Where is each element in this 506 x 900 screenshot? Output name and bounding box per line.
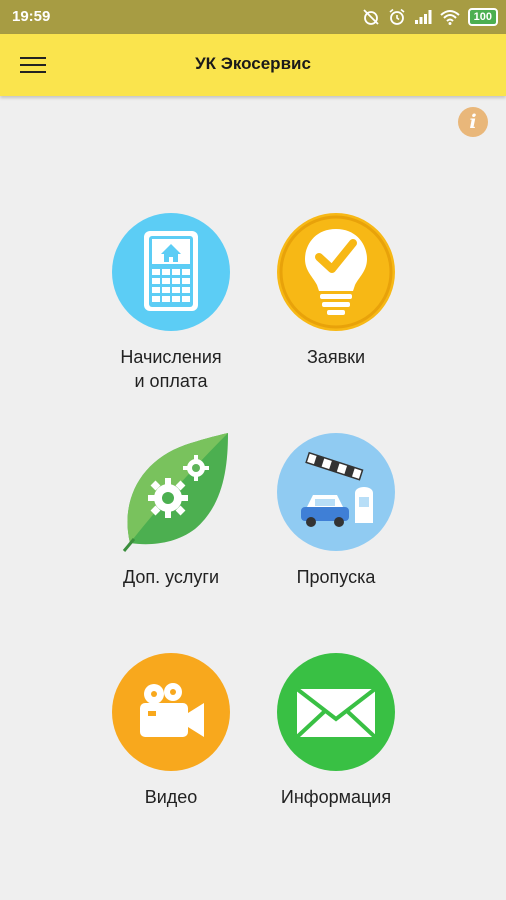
signal-icon	[414, 10, 432, 24]
calculator-house-icon	[110, 211, 232, 333]
tile-label: Заявки	[306, 347, 366, 367]
lightbulb-check-icon	[275, 211, 397, 333]
envelope-icon	[275, 651, 397, 773]
tile-information[interactable]: Информация	[251, 651, 421, 809]
alarm-off-icon	[363, 9, 379, 25]
alarm-icon	[389, 8, 405, 25]
tile-video[interactable]: Видео	[86, 651, 256, 809]
tile-billing[interactable]: Начисления и оплата	[86, 211, 256, 393]
tile-requests[interactable]: Заявки	[251, 211, 421, 369]
tile-label: Доп. услуги	[122, 567, 220, 587]
status-time: 19:59	[12, 8, 51, 25]
app-title: УК Экосервис	[195, 54, 311, 73]
tile-label: Видео	[144, 787, 198, 807]
app-bar: УК Экосервис	[0, 34, 506, 96]
tile-label: Пропуска	[296, 567, 376, 587]
tile-passes[interactable]: Пропуска	[251, 431, 421, 589]
tile-label: Информация	[280, 787, 392, 807]
info-icon[interactable]: i	[458, 107, 488, 137]
tile-label: Начисления и оплата	[120, 347, 222, 391]
leaf-gears-icon	[110, 431, 232, 553]
battery-icon: 100	[467, 8, 498, 26]
wifi-icon	[439, 10, 460, 25]
status-icons: 100	[362, 7, 498, 27]
video-camera-icon	[110, 651, 232, 773]
status-bar: 19:59 100	[0, 0, 506, 34]
tile-extra-services[interactable]: Доп. услуги	[86, 431, 256, 589]
barrier-car-icon	[275, 431, 397, 553]
